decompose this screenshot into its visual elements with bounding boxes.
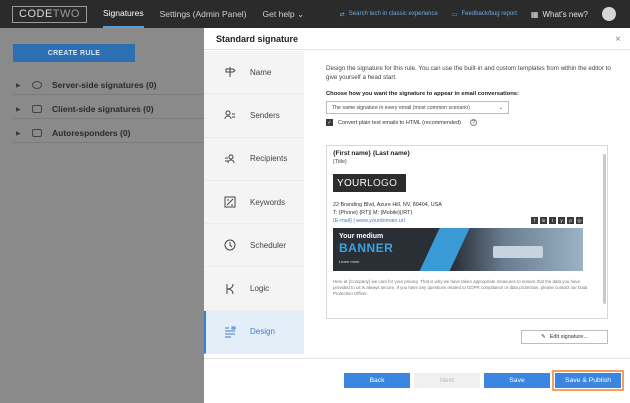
codetwo-logo[interactable]: CODE TWO	[12, 5, 87, 23]
senders-icon	[224, 110, 235, 120]
step-keywords[interactable]: Keywords	[204, 181, 304, 225]
chevron-right-icon: ▶	[16, 106, 21, 113]
autoresponder-icon	[32, 129, 42, 137]
tree-item-autoresponders[interactable]: ▶ Autoresponders (0)	[16, 128, 204, 138]
step-logic[interactable]: Logic	[204, 267, 304, 311]
wizard-steps: Name Senders Recipients Keywords Schedul…	[204, 51, 304, 355]
sig-name: {First name} {Last name}	[333, 150, 410, 157]
sig-banner: Your medium BANNER Learn more	[333, 228, 583, 271]
signpost-icon	[225, 67, 236, 78]
preview-scrollbar[interactable]	[603, 154, 606, 304]
sig-address: 22 Branding Blvd, Azure Hill, NV, 89404,…	[333, 202, 442, 216]
tree-item-server[interactable]: ▶ Server-side signatures (0)	[16, 80, 204, 90]
linkedin-icon: in	[540, 217, 547, 224]
back-button[interactable]: Back	[344, 373, 410, 388]
clock-icon	[224, 239, 236, 251]
step-name[interactable]: Name	[204, 51, 304, 95]
desktop-icon	[32, 105, 42, 113]
social-icons: f in t y p ◎	[531, 217, 583, 224]
chevron-down-icon: ⌄	[498, 104, 503, 111]
keywords-icon	[224, 196, 236, 208]
pencil-icon: ✎	[541, 334, 546, 340]
chevron-right-icon: ▶	[16, 82, 21, 89]
design-description: Design the signature for this rule. You …	[326, 65, 611, 81]
save-button[interactable]: Save	[484, 373, 550, 388]
avatar[interactable]	[602, 7, 616, 21]
step-design[interactable]: Design	[204, 310, 304, 355]
step-scheduler[interactable]: Scheduler	[204, 224, 304, 268]
signature-preview: {First name} {Last name} {Title} YOUR LOG…	[326, 145, 608, 319]
save-publish-button[interactable]: Save & Publish	[552, 370, 624, 391]
youtube-icon: y	[558, 217, 565, 224]
edit-signature-button[interactable]: ✎ Edit signature...	[521, 330, 608, 344]
your-logo-image: YOUR LOGO	[333, 174, 406, 192]
facebook-icon: f	[531, 217, 538, 224]
feedback-link[interactable]: ▭ Feedback/bug report	[452, 11, 517, 18]
modal-title: Standard signature	[204, 28, 630, 50]
signature-mode-select[interactable]: The same signature in every email (most …	[326, 101, 509, 114]
next-button[interactable]: Next	[414, 373, 480, 388]
nav-get-help[interactable]: Get help ⌄	[263, 0, 305, 28]
convert-checkbox[interactable]: ✓	[326, 119, 333, 126]
instagram-icon: ◎	[576, 217, 583, 224]
create-rule-button[interactable]: CREATE RULE	[13, 44, 135, 62]
chevron-right-icon: ▶	[16, 130, 21, 137]
twitter-icon: t	[549, 217, 556, 224]
news-icon: ▦	[530, 9, 539, 19]
tree-item-client[interactable]: ▶ Client-side signatures (0)	[16, 104, 204, 114]
help-icon[interactable]: ?	[469, 119, 477, 126]
choose-label: Choose how you want the signature to app…	[326, 91, 519, 97]
convert-option: ✓ Convert plain text emails to HTML (rec…	[326, 119, 616, 126]
logic-icon	[226, 283, 234, 294]
design-content: Design the signature for this rule. You …	[326, 64, 616, 126]
modal-footer: Back Next Save Save & Publish	[204, 358, 630, 403]
background-panel: CREATE RULE ▶ Server-side signatures (0)…	[0, 28, 204, 403]
design-icon	[225, 326, 236, 338]
nav-signatures[interactable]: Signatures	[102, 0, 144, 28]
search-link[interactable]: ⇄ Search tech in classic experience	[340, 11, 438, 18]
close-icon[interactable]: ×	[615, 34, 621, 45]
feedback-icon: ▭	[451, 11, 458, 18]
step-recipients[interactable]: Recipients	[204, 138, 304, 181]
whats-new-link[interactable]: ▦ What's new?	[531, 10, 588, 19]
recipients-icon	[225, 154, 235, 163]
nav-settings[interactable]: Settings (Admin Panel)	[160, 0, 247, 28]
step-senders[interactable]: Senders	[204, 94, 304, 138]
switch-icon: ⇄	[339, 11, 345, 18]
top-bar: CODE TWO Signatures Settings (Admin Panel…	[0, 0, 630, 28]
signature-modal: Standard signature × Name Senders Recipi…	[204, 28, 630, 403]
sig-title: {Title}	[333, 159, 347, 165]
pinterest-icon: p	[567, 217, 574, 224]
sig-web-link: {E-mail} | www.yourdomain.url	[333, 217, 405, 224]
sig-privacy-note: Here at {Company} we care for your priva…	[333, 279, 588, 296]
cloud-icon	[32, 81, 42, 89]
